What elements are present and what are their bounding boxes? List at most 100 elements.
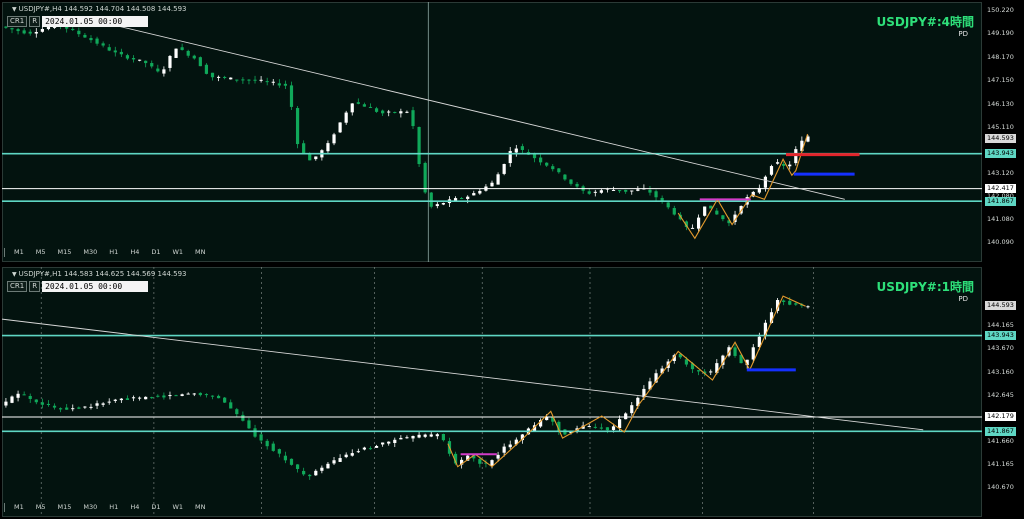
h1-r-button[interactable]: R — [29, 281, 41, 292]
candle-bear — [210, 72, 215, 78]
candle-bull — [46, 26, 51, 30]
candle-bull — [593, 191, 597, 193]
h4-date-input[interactable]: 2024.01.05 00:00 — [42, 16, 149, 27]
candle-bull — [636, 189, 640, 191]
candle-bear — [277, 83, 281, 86]
h4-tf-w1[interactable]: W1 — [167, 246, 188, 258]
h4-price-axis[interactable]: 150.220 149.190 148.170 147.150 146.130 145.1… — [983, 0, 1024, 264]
h1-date-input[interactable]: 2024.01.05 00:00 — [42, 281, 149, 292]
candle-bull — [435, 434, 439, 437]
price-tick-label: 144.165 — [987, 321, 1014, 330]
h1-tf-m30[interactable]: M30 — [78, 501, 102, 513]
candle-bull — [405, 111, 409, 113]
h1-pd-label: PD — [958, 295, 968, 303]
h1-price-axis[interactable]: 144.593 144.165 143.670 143.160 142.645 142.1… — [983, 265, 1024, 519]
candle-bear — [478, 459, 482, 464]
dropdown-triangle-icon[interactable]: ▼ — [12, 6, 17, 13]
candle-bear — [617, 190, 622, 192]
candle-bull — [137, 397, 142, 399]
h1-price-chart[interactable] — [2, 267, 982, 517]
candle-bear — [144, 60, 148, 64]
trendline — [104, 22, 845, 200]
candle-bear — [289, 85, 294, 107]
candle-bear — [174, 395, 178, 397]
candle-bull — [34, 32, 38, 34]
candle-bull — [769, 166, 774, 175]
h1-tf-m5[interactable]: M5 — [31, 501, 51, 513]
candle-bear — [52, 405, 57, 408]
candle-bull — [4, 401, 8, 406]
h4-date-control: CR1 R 2024.01.05 00:00 — [7, 16, 149, 27]
candle-bull — [441, 203, 445, 205]
candle-bull — [320, 467, 324, 471]
candle-bull — [216, 76, 221, 78]
candle-bull — [168, 395, 172, 397]
candle-bear — [283, 83, 288, 86]
h4-tf-d1[interactable]: D1 — [146, 246, 165, 258]
candle-bear — [223, 397, 227, 403]
candle-bear — [271, 443, 275, 451]
candle-bull — [703, 206, 707, 216]
candle-bear — [302, 143, 306, 154]
candle-bear — [295, 464, 300, 470]
candle-bull — [107, 401, 111, 403]
candle-bull — [362, 447, 367, 450]
price-tick-label: 149.190 — [987, 29, 1014, 38]
h4-price-chart[interactable] — [2, 2, 982, 262]
candle-bear — [684, 359, 689, 365]
candle-bull — [83, 406, 87, 408]
candle-bear — [551, 166, 555, 170]
price-tick-label: 148.170 — [987, 52, 1014, 61]
candle-bear — [210, 395, 215, 397]
h4-tf-mn[interactable]: MN — [190, 246, 210, 258]
dropdown-triangle-icon[interactable]: ▼ — [12, 271, 17, 278]
candle-bull — [131, 397, 136, 399]
h1-cr-button[interactable]: CR1 — [7, 281, 28, 292]
candle-bull — [192, 393, 196, 395]
h4-tf-h1[interactable]: H1 — [104, 246, 123, 258]
price-tick-label: 141.660 — [987, 436, 1014, 445]
candle-bear — [696, 370, 701, 372]
h4-chart-pane[interactable]: ▼ USDJPY#,H4 144.592 144.704 144.508 144.… — [0, 0, 1024, 264]
h1-date-control: CR1 R 2024.01.05 00:00 — [7, 281, 149, 292]
candle-bear — [308, 474, 312, 477]
h1-tf-m1[interactable]: M1 — [9, 501, 29, 513]
candle-bull — [326, 463, 330, 469]
h1-tf-mn[interactable]: MN — [190, 501, 210, 513]
candle-bull — [751, 347, 755, 360]
h4-r-button[interactable]: R — [29, 16, 41, 27]
h1-tf-w1[interactable]: W1 — [167, 501, 188, 513]
h1-chart-pane[interactable]: ▼ USDJPY#,H1 144.583 144.625 144.569 144.… — [0, 265, 1024, 519]
h1-tf-d1[interactable]: D1 — [146, 501, 165, 513]
h4-tf-h4[interactable]: H4 — [125, 246, 144, 258]
candle-bear — [289, 458, 294, 465]
candle-bear — [59, 408, 63, 410]
candle-bear — [569, 179, 573, 184]
h1-tf-m15[interactable]: M15 — [53, 501, 77, 513]
price-tick-label: 150.220 — [987, 5, 1014, 14]
candle-bear — [77, 407, 81, 409]
candle-bear — [34, 399, 38, 403]
candle-bull — [423, 434, 427, 437]
candle-bull — [229, 77, 233, 80]
price-tag-cyan: 143.943 — [985, 331, 1016, 341]
candle-bear — [156, 395, 160, 397]
h4-tf-m15[interactable]: M15 — [53, 246, 77, 258]
h4-tf-m5[interactable]: M5 — [31, 246, 51, 258]
h4-cr-button[interactable]: CR1 — [7, 16, 28, 27]
candle-bull — [387, 441, 391, 444]
h1-tf-h1[interactable]: H1 — [104, 501, 123, 513]
candle-bear — [788, 300, 792, 305]
h4-tf-m30[interactable]: M30 — [78, 246, 102, 258]
candle-bull — [174, 48, 178, 58]
candle-bear — [557, 168, 561, 173]
h1-tf-h4[interactable]: H4 — [125, 501, 144, 513]
h4-tf-m1[interactable]: M1 — [9, 246, 29, 258]
candle-bear — [229, 402, 233, 409]
candle-bull — [344, 112, 348, 123]
candle-bear — [666, 202, 670, 208]
candle-bear — [241, 79, 245, 81]
candle-bear — [150, 397, 154, 399]
candle-bear — [794, 303, 798, 305]
candle-bull — [326, 143, 330, 152]
